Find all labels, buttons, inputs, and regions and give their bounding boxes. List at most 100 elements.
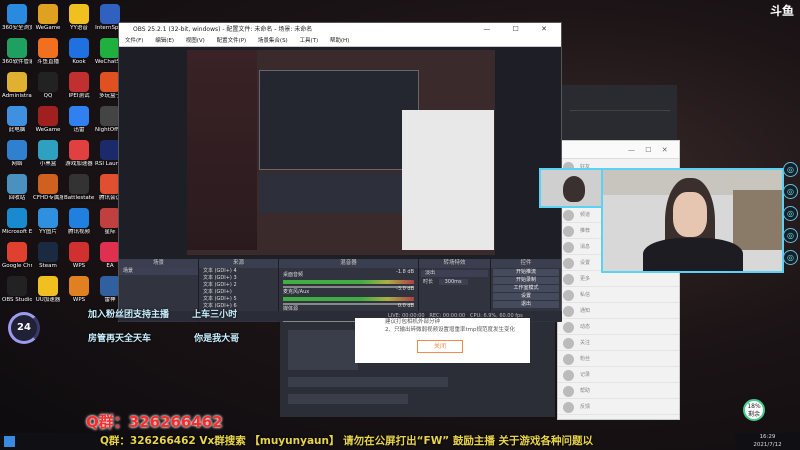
desktop-icon[interactable]: UU加速器 bbox=[33, 276, 63, 304]
memory-badge: 18% 剩余 bbox=[743, 399, 765, 421]
source-item[interactable]: 文本 (GDI+) 5 bbox=[199, 296, 278, 303]
list-item[interactable]: 粉丝 bbox=[558, 351, 679, 367]
list-item[interactable]: 私信 bbox=[558, 287, 679, 303]
chat-window-titlebar[interactable]: — ☐ ✕ bbox=[558, 141, 679, 159]
desktop-icon[interactable]: YY语音 bbox=[64, 4, 94, 32]
list-item[interactable]: 记录 bbox=[558, 367, 679, 383]
desktop-icon-label: WPS bbox=[72, 297, 86, 303]
desktop-icon[interactable]: 迅雷 bbox=[64, 106, 94, 134]
desktop-icon[interactable]: QQ bbox=[33, 72, 63, 100]
minimize-icon[interactable]: — bbox=[628, 146, 639, 154]
obs-menubar: 文件(F) 编辑(E) 视图(V) 配置文件(P) 场景集合(S) 工具(T) … bbox=[119, 36, 561, 47]
list-item-label: 更多 bbox=[580, 276, 591, 282]
obs-titlebar[interactable]: OBS 25.2.1 (32-bit, windows) - 配置文件: 未命名… bbox=[119, 23, 561, 36]
maximize-icon[interactable]: ☐ bbox=[513, 25, 529, 33]
menu-help[interactable]: 帮助(H) bbox=[330, 38, 349, 44]
desktop-icon-label: 回收站 bbox=[8, 195, 26, 201]
source-item[interactable]: 文本 (GDI+) 4 bbox=[199, 268, 278, 275]
source-item[interactable]: 文本 (GDI+) 3 bbox=[199, 275, 278, 282]
dialog-line-2: 2、只输出碎微弱视频设置增重率tmp规范度发生变化 bbox=[385, 327, 516, 333]
person-silhouette bbox=[563, 176, 585, 202]
list-item[interactable]: 动态 bbox=[558, 319, 679, 335]
desktop-icon[interactable]: WeGame bbox=[33, 106, 63, 134]
desktop-icon[interactable]: IPEI测试 bbox=[64, 72, 94, 100]
social-icon: ◎ bbox=[783, 162, 798, 177]
qq-group-banner: Q群：326266462 bbox=[86, 413, 223, 431]
desktop-icon[interactable]: WeGame bbox=[33, 4, 63, 32]
app-icon bbox=[7, 106, 27, 126]
minimize-icon[interactable]: — bbox=[483, 25, 500, 33]
settings-button[interactable]: 设置 bbox=[493, 293, 559, 300]
desktop-icon-label: YY图片 bbox=[39, 229, 57, 235]
mixer-channel: 桌面音频 -1.8 dB bbox=[279, 268, 418, 288]
list-item[interactable]: 反馈 bbox=[558, 399, 679, 415]
bg-bar bbox=[288, 377, 448, 387]
desktop-icon[interactable]: 腾讯视频 bbox=[64, 208, 94, 236]
desktop-icon[interactable]: 游戏加速器 bbox=[64, 140, 94, 168]
desktop-icon[interactable]: 斗鱼直播 bbox=[33, 38, 63, 66]
desktop-icon[interactable]: 360软件管家 bbox=[2, 38, 32, 66]
menu-view[interactable]: 视图(V) bbox=[186, 38, 205, 44]
obs-window[interactable]: OBS 25.2.1 (32-bit, windows) - 配置文件: 未命名… bbox=[118, 22, 611, 322]
desktop-icon[interactable]: Microsoft Edge bbox=[2, 208, 32, 236]
desktop-icon[interactable]: 回收站 bbox=[2, 174, 32, 202]
maximize-icon[interactable]: ☐ bbox=[645, 146, 655, 154]
source-item[interactable]: 文本 (GDI+) 2 bbox=[199, 282, 278, 289]
desktop-icon[interactable]: Google Chrome bbox=[2, 242, 32, 270]
start-streaming-button[interactable]: 开始推流 bbox=[493, 269, 559, 276]
list-item[interactable]: 更多 bbox=[558, 271, 679, 287]
taskbar-clock[interactable]: 16:29 2021/7/12 bbox=[735, 433, 800, 450]
list-item[interactable]: 帮助 bbox=[558, 383, 679, 399]
app-icon bbox=[7, 276, 27, 296]
close-icon[interactable]: ✕ bbox=[541, 25, 557, 33]
close-button[interactable]: 关闭 bbox=[417, 340, 463, 353]
app-icon bbox=[38, 208, 58, 228]
desktop-icon[interactable]: YY图片 bbox=[33, 208, 63, 236]
desktop-icon[interactable]: Steam bbox=[33, 242, 63, 270]
list-item-label: 频道 bbox=[580, 212, 591, 218]
desktop-icon[interactable]: WPS bbox=[64, 242, 94, 270]
desktop-icon[interactable]: 此电脑 bbox=[2, 106, 32, 134]
duration-input[interactable]: 300ms bbox=[438, 279, 468, 285]
app-icon bbox=[38, 276, 58, 296]
desktop-icon[interactable]: 360安全浏览器 bbox=[2, 4, 32, 32]
menu-tools[interactable]: 工具(T) bbox=[299, 38, 318, 44]
dark-app-panel bbox=[562, 85, 677, 140]
app-icon bbox=[38, 242, 58, 262]
app-icon bbox=[38, 174, 58, 194]
social-icon: ◎ bbox=[783, 228, 798, 243]
desktop-icon[interactable]: WPS bbox=[64, 276, 94, 304]
scenes-title: 场景 bbox=[119, 259, 198, 268]
avatar bbox=[563, 338, 574, 349]
desktop-icon-label: Battlestate Games bbox=[64, 195, 94, 201]
windows-start-icon[interactable] bbox=[4, 436, 15, 447]
transition-select[interactable]: 淡出 bbox=[421, 270, 488, 277]
studio-mode-button[interactable]: 工作室模式 bbox=[493, 285, 559, 292]
close-icon[interactable]: ✕ bbox=[662, 146, 672, 154]
exit-button[interactable]: 退出 bbox=[493, 301, 559, 308]
source-item[interactable]: 文本 (GDI+) bbox=[199, 289, 278, 296]
list-item[interactable]: 关注 bbox=[558, 335, 679, 351]
scene-item[interactable]: 场景 bbox=[119, 268, 198, 275]
app-icon bbox=[69, 106, 89, 126]
obs-preview[interactable] bbox=[119, 47, 611, 259]
menu-file[interactable]: 文件(F) bbox=[125, 38, 143, 44]
list-item[interactable]: 通知 bbox=[558, 303, 679, 319]
bg-thumbnail bbox=[288, 330, 358, 370]
desktop-icon[interactable]: Kook bbox=[64, 38, 94, 66]
avatar bbox=[563, 306, 574, 317]
desktop-icon[interactable]: 网络 bbox=[2, 140, 32, 168]
desktop-icon[interactable]: Battlestate Games bbox=[64, 174, 94, 202]
desktop-icon[interactable]: CFHD专属服 bbox=[33, 174, 63, 202]
app-icon bbox=[100, 72, 120, 92]
desktop-icon[interactable]: 小黑盒 bbox=[33, 140, 63, 168]
menu-scene-collection[interactable]: 场景集合(S) bbox=[258, 38, 288, 44]
desktop-icon[interactable]: Administrator bbox=[2, 72, 32, 100]
app-icon bbox=[69, 208, 89, 228]
menu-edit[interactable]: 编辑(E) bbox=[155, 38, 174, 44]
app-icon bbox=[69, 242, 89, 262]
desktop-icon-label: CFHD专属服 bbox=[33, 195, 63, 201]
start-recording-button[interactable]: 开始录制 bbox=[493, 277, 559, 284]
desktop-icon[interactable]: OBS Studio bbox=[2, 276, 32, 304]
menu-profile[interactable]: 配置文件(P) bbox=[217, 38, 247, 44]
